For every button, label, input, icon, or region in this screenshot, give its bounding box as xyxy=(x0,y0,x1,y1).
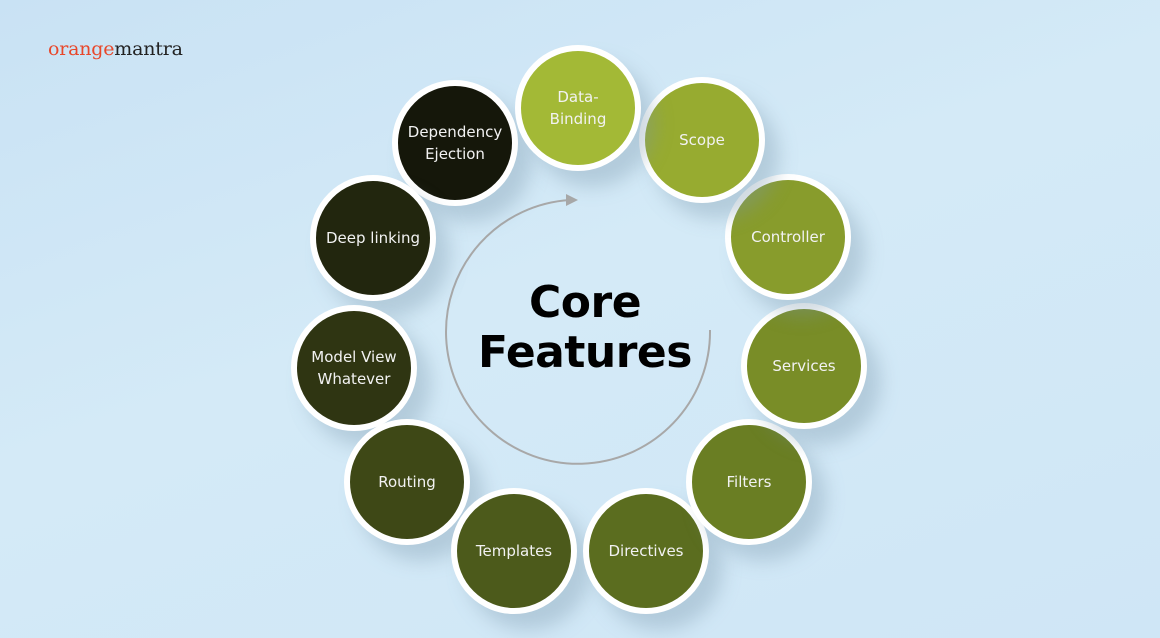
feature-label: Data- Binding xyxy=(549,88,607,128)
feature-node: Templates xyxy=(451,488,577,614)
feature-node: Directives xyxy=(583,488,709,614)
feature-label: Templates xyxy=(475,542,553,560)
title-line-1: Core xyxy=(528,277,642,328)
feature-node: Routing xyxy=(344,419,470,545)
feature-node: Services xyxy=(741,303,867,429)
feature-label: Filters xyxy=(726,473,772,491)
feature-label: Model View Whatever xyxy=(311,348,397,388)
feature-node: Deep linking xyxy=(310,175,436,301)
feature-label: Dependency Ejection xyxy=(407,123,503,163)
feature-node: Filters xyxy=(686,419,812,545)
diagram-title: Core Features xyxy=(460,278,710,378)
feature-label: Routing xyxy=(378,473,436,491)
feature-label: Directives xyxy=(608,542,684,560)
feature-node: Controller xyxy=(725,174,851,300)
title-line-2: Features xyxy=(478,327,692,378)
feature-node: Model View Whatever xyxy=(291,305,417,431)
feature-label: Scope xyxy=(679,131,725,149)
feature-label: Deep linking xyxy=(325,229,421,247)
feature-node: Scope xyxy=(639,77,765,203)
feature-label: Services xyxy=(772,357,836,375)
arrow-head xyxy=(566,194,578,206)
feature-label: Controller xyxy=(751,228,825,246)
feature-node: Data- Binding xyxy=(515,45,641,171)
